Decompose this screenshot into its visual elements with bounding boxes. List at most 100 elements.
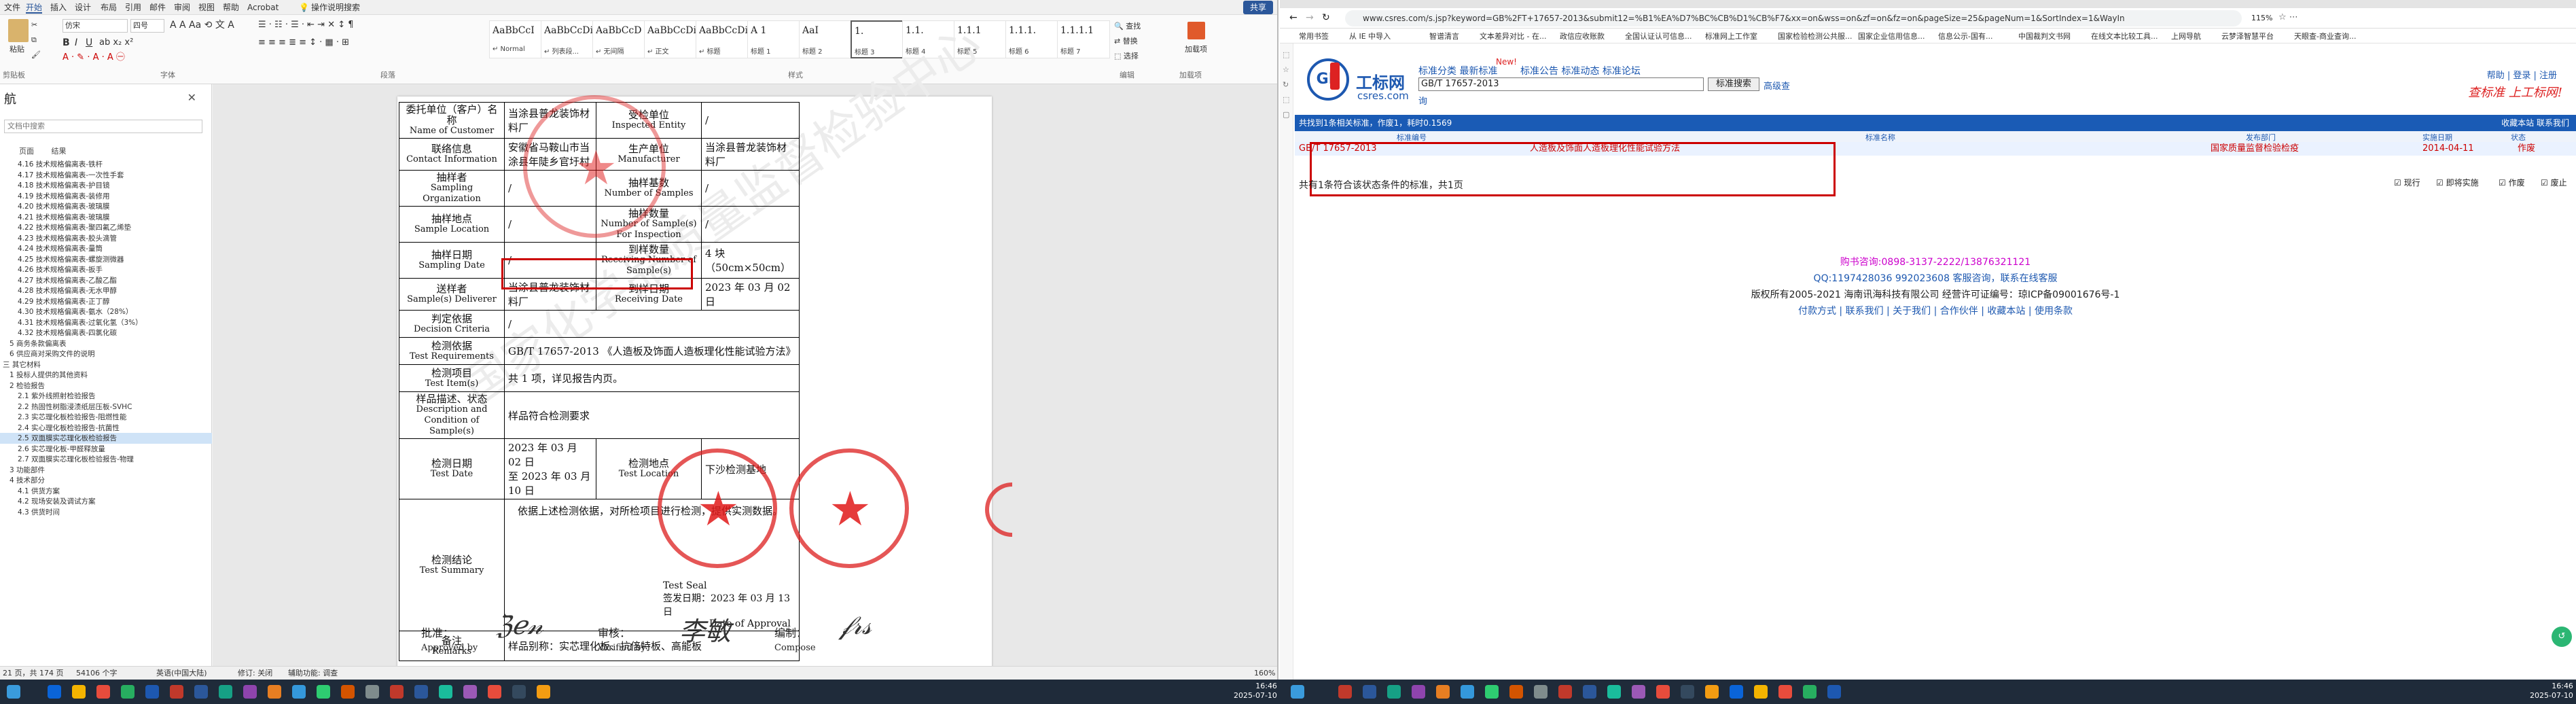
taskbar-app-icon[interactable] [365, 685, 379, 699]
tab-layout[interactable]: 布局 [101, 1, 117, 14]
taskbar-app-icon[interactable] [1412, 685, 1425, 699]
sidebar-tool-icon[interactable]: ↻ [1283, 80, 1289, 89]
footer-line[interactable]: QQ:1197428036 992023608 客服咨询，联系在线客服 [1295, 270, 2576, 287]
advanced-search-link-2[interactable]: 询 [1418, 94, 1427, 107]
nav-heading-item[interactable]: 1 投标人提供的其他资料 [0, 370, 212, 381]
find-button[interactable]: 🔍 查找 [1114, 22, 1141, 31]
taskbar-app-icon[interactable] [1803, 685, 1817, 699]
nav-heading-item[interactable]: 4.25 技术规格偏离表-螺旋测微器 [0, 254, 212, 265]
nav-heading-item[interactable]: 4.3 供货时间 [0, 507, 212, 518]
address-bar[interactable]: www.csres.com/s.jsp?keyword=GB%2FT+17657… [1345, 10, 2242, 27]
style-3[interactable]: AaBbCcDi ↵ 正文 [644, 20, 697, 58]
status-words[interactable]: 54106 个字 [76, 667, 118, 680]
nav-links-2[interactable]: 标准公告 标准动态 标准论坛 [1520, 64, 1641, 77]
bookmark-item[interactable]: 政信应收账款 [1560, 31, 1605, 41]
site-logo-icon[interactable]: GB [1307, 58, 1349, 101]
filter-abolished[interactable]: ☑ 废止 [2541, 177, 2567, 188]
copy-icon[interactable]: ⧉ [31, 35, 37, 45]
taskbar-app-icon[interactable] [341, 685, 355, 699]
format-painter-icon[interactable]: 🖌 [31, 50, 41, 60]
taskbar-app-icon[interactable] [463, 685, 477, 699]
tab-references[interactable]: 引用 [125, 1, 141, 14]
bold-icon[interactable]: B [62, 38, 70, 48]
tab-review[interactable]: 审阅 [174, 1, 190, 14]
font-size-select[interactable]: 四号 [130, 19, 164, 33]
taskbar-app-icon[interactable] [1461, 685, 1474, 699]
addins-icon[interactable] [1187, 22, 1205, 39]
taskbar-app-icon[interactable] [390, 685, 404, 699]
zoom-level[interactable]: 115% [2251, 14, 2272, 22]
nav-heading-item[interactable]: 4.18 技术规格偏离表-护目镜 [0, 180, 212, 191]
style-1[interactable]: AaBbCcDi ↵ 列表段... [541, 20, 594, 58]
tab-mailings[interactable]: 邮件 [149, 1, 166, 14]
taskbar-app-icon[interactable] [1338, 685, 1352, 699]
addins-button[interactable]: 加载项 [1185, 45, 1207, 54]
nav-heading-item[interactable]: 4.28 技术规格偏离表-无水甲醇 [0, 285, 212, 296]
taskbar-app-icon[interactable] [243, 685, 257, 699]
taskbar-app-icon[interactable] [1778, 685, 1792, 699]
paste-icon[interactable] [8, 19, 29, 42]
tab-file[interactable]: 文件 [4, 1, 20, 14]
status-zoom[interactable]: 160% [1254, 667, 1275, 680]
nav-heading-item[interactable]: 4.29 技术规格偏离表-正丁醇 [0, 296, 212, 307]
taskbar-app-icon[interactable] [1656, 685, 1670, 699]
taskbar-app-icon[interactable] [1583, 685, 1596, 699]
style-5[interactable]: A 1 标题 1 [747, 20, 800, 58]
style-11[interactable]: 1.1.1.1 标题 7 [1057, 20, 1110, 58]
taskbar-app-icon[interactable] [537, 685, 550, 699]
reload-icon[interactable]: ↻ [1322, 12, 1330, 23]
nav-heading-item[interactable]: 4.31 技术规格偏离表-过氧化氢（3%） [0, 317, 212, 328]
nav-heading-item[interactable]: 4.22 技术规格偏离表-聚四氟乙烯垫 [0, 222, 212, 233]
italic-icon[interactable]: I [75, 38, 77, 48]
taskbar-app-icon[interactable] [194, 685, 208, 699]
taskbar-app-icon[interactable] [1363, 685, 1376, 699]
bookmark-item[interactable]: 全国认证认可信息... [1625, 31, 1692, 41]
filter-upcoming[interactable]: ☑ 即将实施 [2436, 177, 2479, 188]
taskbar-app-icon[interactable] [439, 685, 452, 699]
taskbar-app-icon[interactable] [48, 685, 61, 699]
nav-heading-item[interactable]: 4.32 技术规格偏离表-四氯化碳 [0, 328, 212, 338]
forward-icon[interactable]: → [1306, 12, 1314, 23]
taskbar-app-icon[interactable] [414, 685, 428, 699]
bookmark-item[interactable]: 信息公示-国有... [1938, 31, 1992, 41]
taskbar-app-icon[interactable] [1436, 685, 1450, 699]
nav-tab-results[interactable]: 结果 [52, 147, 67, 156]
font-color-icon[interactable]: A · ✎ · A · A ㊀ [62, 53, 125, 63]
style-0[interactable]: AaBbCcI ↵ Normal [489, 20, 542, 58]
nav-heading-item[interactable]: 4.1 供货方案 [0, 486, 212, 497]
bookmark-item[interactable]: 云梦泽智慧平台 [2221, 31, 2274, 41]
taskbar-app-icon[interactable] [292, 685, 306, 699]
share-button[interactable]: 共享 [1242, 1, 1273, 14]
bookmark-item[interactable]: 上网导航 [2171, 31, 2201, 41]
bookmark-item[interactable]: 从 IE 中导入 [1349, 31, 1391, 41]
bookmark-item[interactable]: 在线文本比较工具... [2091, 31, 2158, 41]
nav-heading-item[interactable]: 2.7 双面膜实芯理化板检验报告-物理 [0, 454, 212, 465]
nav-heading-item[interactable]: 4.17 技术规格偏离表-一次性手套 [0, 170, 212, 181]
bookmark-item[interactable]: 中国裁判文书网 [2018, 31, 2071, 41]
taskbar-app-icon[interactable] [1607, 685, 1621, 699]
start-icon[interactable] [1291, 685, 1304, 699]
taskbar-app-icon[interactable] [268, 685, 281, 699]
nav-heading-item[interactable]: 2.5 双面膜实芯理化板检验报告 [0, 433, 212, 444]
bookmark-item[interactable]: 国家检验检测公共服... [1778, 31, 1853, 41]
nav-tab-pages[interactable]: 页面 [19, 147, 34, 156]
bookmark-item[interactable]: 文本差异对比 - 在... [1480, 31, 1546, 41]
nav-heading-item[interactable]: 6 供应商对采购文件的说明 [0, 349, 212, 359]
taskbar-app-icon[interactable] [488, 685, 501, 699]
taskbar-app-icon[interactable] [121, 685, 135, 699]
taskbar-app-icon[interactable] [1509, 685, 1523, 699]
taskbar-app-icon[interactable] [1754, 685, 1768, 699]
sidebar-tool-icon[interactable]: ⬚ [1283, 95, 1289, 104]
extensions-icon[interactable]: ☆ ⋯ [2278, 12, 2298, 22]
nav-search-input[interactable]: 文档中搜索 [4, 120, 202, 133]
taskbar-app-icon[interactable] [145, 685, 159, 699]
status-language[interactable]: 英语(中国大陆) [156, 667, 207, 680]
taskbar-app-icon[interactable] [1558, 685, 1572, 699]
bullets-icon[interactable]: ☰ · ☷ · ☰ · ⇤ ⇥ ✕ ↕ ¶ [258, 20, 354, 30]
bookmark-item[interactable]: 标准网上工作室 [1705, 31, 1757, 41]
nav-heading-item[interactable]: 4.27 技术规格偏离表-乙酸乙酯 [0, 275, 212, 286]
nav-heading-item[interactable]: 2.2 热固性树脂浸渍纸层压板-SVHC [0, 402, 212, 412]
tab-acrobat[interactable]: Acrobat [247, 1, 279, 14]
underline-icon[interactable]: U [86, 38, 92, 48]
tab-help[interactable]: 帮助 [223, 1, 239, 14]
